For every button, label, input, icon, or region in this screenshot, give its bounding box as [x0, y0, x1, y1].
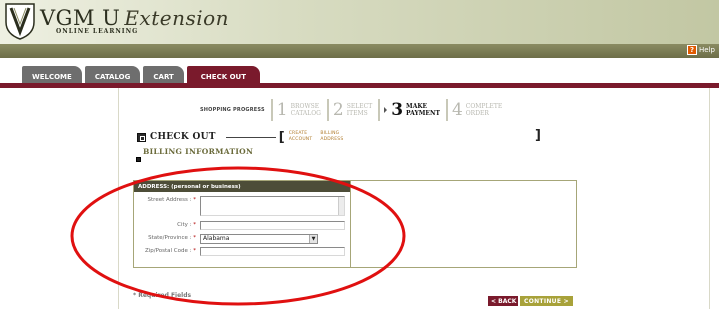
street-address-field[interactable] — [200, 196, 345, 216]
continue-button[interactable]: CONTINUE > — [520, 296, 573, 306]
form-frame — [351, 180, 577, 268]
state-province-select[interactable]: Alabama ▼ — [200, 234, 318, 244]
shopping-progress: SHOPPING PROGRESS 1 BROWSE CATALOG 2 SELE… — [200, 96, 506, 124]
required-fields-note: * Required Fields — [133, 292, 192, 299]
header-banner: VGM U Extension ONLINE LEARNING — [0, 0, 719, 44]
step-number: 2 — [332, 100, 344, 120]
utility-bar: ? Help — [0, 44, 719, 58]
step-number: 3 — [391, 100, 404, 120]
state-province-label: State/Province : * — [148, 235, 196, 241]
progress-label: SHOPPING PROGRESS — [200, 107, 265, 113]
logo-shield-icon — [5, 3, 35, 40]
checkout-substeps: CREATE ACCOUNT BILLING ADDRESS — [289, 131, 344, 143]
progress-step-select: 2 SELECT ITEMS — [326, 99, 376, 121]
current-step-arrow-icon — [384, 107, 388, 113]
checkout-icon — [137, 132, 146, 142]
scrollbar[interactable] — [338, 197, 344, 215]
bracket-left: [ — [278, 129, 285, 145]
bullet-icon — [136, 157, 141, 162]
zip-postal-label: Zip/Postal Code : * — [145, 248, 196, 254]
step-text: SELECT ITEMS — [346, 103, 373, 117]
step-text: MAKE PAYMENT — [406, 103, 440, 117]
step-number: 1 — [276, 100, 288, 120]
checkout-title: CHECK OUT — [150, 132, 216, 142]
brand-tagline: ONLINE LEARNING — [56, 28, 139, 35]
help-link[interactable]: ? Help — [687, 45, 715, 55]
bracket-right: ] — [535, 128, 541, 143]
progress-step-payment: 3 MAKE PAYMENT — [378, 99, 444, 121]
divider-line — [225, 136, 276, 138]
city-field[interactable] — [200, 221, 345, 230]
help-icon: ? — [687, 45, 698, 55]
step-text: BROWSE CATALOG — [290, 103, 321, 117]
state-selected-value: Alabama — [203, 235, 230, 242]
substep-create-account: CREATE ACCOUNT — [288, 131, 313, 142]
billing-title: BILLING INFORMATION — [143, 147, 254, 156]
progress-step-complete: 4 COMPLETE ORDER — [445, 99, 506, 121]
step-number: 4 — [451, 100, 463, 120]
step-text: COMPLETE ORDER — [465, 103, 503, 117]
checkout-header: CHECK OUT [ CREATE ACCOUNT BILLING ADDRESS — [137, 129, 344, 145]
back-button[interactable]: < BACK — [488, 296, 520, 306]
progress-step-browse: 1 BROWSE CATALOG — [270, 99, 325, 121]
street-address-label: Street Address : * — [147, 197, 196, 203]
zip-postal-field[interactable] — [200, 247, 345, 256]
substep-billing-address: BILLING ADDRESS — [320, 131, 344, 142]
brand-name: VGM U Extension — [40, 6, 230, 30]
city-label: City : * — [177, 222, 196, 228]
chevron-down-icon[interactable]: ▼ — [309, 235, 317, 243]
help-label: Help — [699, 46, 715, 54]
address-header: ADDRESS: (personal or business) — [134, 181, 350, 192]
